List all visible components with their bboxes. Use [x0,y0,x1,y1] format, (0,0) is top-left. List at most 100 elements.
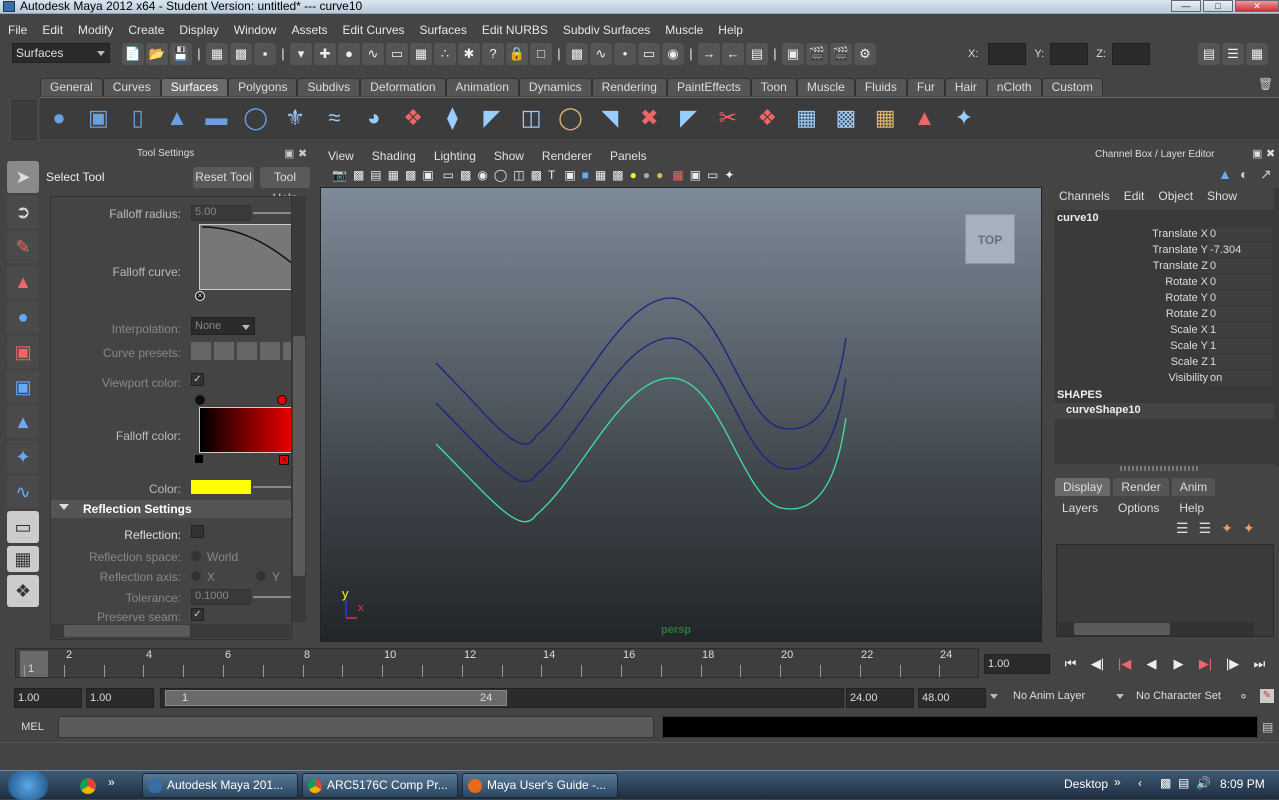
grid-toggle-icon[interactable]: ▩ [405,168,416,182]
rebuild-surfaces-icon[interactable]: ▦ [792,103,822,135]
move-tool-icon[interactable]: ▲ [7,266,39,298]
square-icon[interactable]: ◫ [516,103,546,135]
snap-grid-icon[interactable]: ▩ [566,43,588,65]
tray-clock[interactable]: 8:09 PM [1220,777,1265,791]
shelf-tab-toon[interactable]: Toon [750,77,797,96]
nurbs-cube-icon[interactable]: ▣ [83,103,113,135]
safe-title-icon[interactable]: ◫ [513,168,524,182]
bevel-plus-icon[interactable]: ◥ [595,103,625,135]
tool-settings-scrollbar[interactable] [292,196,306,622]
channel-row[interactable]: Translate X0 [1055,227,1274,243]
color-key-red-icon[interactable] [277,395,287,405]
shelf-menu-button[interactable] [12,100,36,140]
playback-end-field[interactable]: 24.00 [846,688,914,708]
tool-settings-hscrollbar[interactable] [50,624,290,638]
taskbar-item-maya[interactable]: Autodesk Maya 201... [142,773,298,798]
four-pane-layout-icon[interactable]: ▦ [7,546,39,572]
nurbs-sphere-icon[interactable]: ● [44,103,74,135]
reflection-space-radio[interactable] [191,551,201,561]
go-to-start-icon[interactable]: ⏮ [1057,656,1084,672]
xray-joints-icon[interactable]: ▭ [707,168,718,182]
ramp-key-icon[interactable] [195,455,203,463]
menu-file[interactable]: File [8,23,27,37]
revolve-icon[interactable]: ⚜ [280,103,310,135]
new-scene-icon[interactable]: 📄 [122,43,144,65]
menu-help[interactable]: Help [718,23,743,37]
wireframe-shaded-icon[interactable]: ▣ [564,168,575,182]
curve10-selected[interactable] [435,377,847,523]
isolate-select-icon[interactable]: ▦ [672,168,683,182]
cb-menu-show[interactable]: Show [1207,189,1237,203]
vp-menu-show[interactable]: Show [494,149,524,163]
snap-view-plane-icon[interactable]: ▭ [638,43,660,65]
channel-value[interactable]: -7.304 [1208,243,1272,258]
float-panel-icon[interactable]: ▣ [284,147,294,160]
channel-row[interactable]: Translate Y -7.304 [1055,243,1274,259]
channel-value[interactable]: 0 [1208,275,1272,290]
start-button[interactable] [8,771,48,800]
birail-icon[interactable]: ⧫ [437,103,467,135]
tolerance-slider[interactable] [253,596,291,598]
layer-hscrollbar[interactable] [1058,622,1254,636]
select-component-icon[interactable]: ▪ [254,43,276,65]
step-forward-frame-icon[interactable]: |▶ [1219,656,1246,672]
move-layer-down-icon[interactable]: ☰ [1199,520,1212,537]
curve-top[interactable] [435,297,847,445]
channel-value[interactable]: 0 [1208,307,1272,322]
move-layer-up-icon[interactable]: ☰ [1176,520,1189,537]
use-all-lights-icon[interactable]: ● [630,168,637,182]
bookmarks-icon[interactable]: ▤ [370,168,381,182]
falloff-curve-graph[interactable] [199,224,291,290]
render-frame-icon[interactable]: 🎬 [806,43,828,65]
cb-menu-object[interactable]: Object [1158,189,1193,203]
falloff-radius-field[interactable]: 5.00 [191,205,251,221]
shelf-tab-fluids[interactable]: Fluids [854,77,907,96]
channel-value[interactable]: 0 [1208,227,1272,242]
range-slider[interactable]: 1 24 [160,688,844,708]
extrude-icon[interactable]: ❖ [398,103,428,135]
reflection-settings-header[interactable]: Reflection Settings [51,500,291,518]
snap-curve-icon[interactable]: ∿ [590,43,612,65]
tray-network-icon[interactable]: ▤ [1178,776,1189,790]
reflection-checkbox[interactable] [191,525,204,538]
film-gate-icon[interactable]: ▣ [422,168,433,182]
character-set-dropdown[interactable]: No Character Set [1136,690,1221,702]
range-slider-handle[interactable]: 1 24 [165,690,507,706]
anim-layer-arrow-icon[interactable] [990,694,998,703]
falloff-color-ramp[interactable] [199,407,291,453]
new-empty-layer-icon[interactable]: ✦ [1221,520,1233,537]
attribute-editor-toggle-icon[interactable]: ▤ [1198,43,1220,65]
tolerance-field[interactable]: 0.1000 [191,589,251,605]
color-slider[interactable] [253,486,291,488]
show-manipulator-icon[interactable]: ✦ [7,441,39,473]
manipulator-tool-icon[interactable]: ▣ [7,371,39,403]
channel-row[interactable]: Rotate X0 [1055,275,1274,291]
curve-key-icon[interactable]: × [195,291,205,301]
snap-live-icon[interactable]: ◉ [662,43,684,65]
layer-tab-anim[interactable]: Anim [1171,478,1216,496]
cb-menu-channels[interactable]: Channels [1059,189,1110,203]
x-field[interactable] [988,43,1027,65]
persp-outliner-layout-icon[interactable]: ❖ [7,575,39,607]
shelf-tab-animation[interactable]: Animation [445,77,519,96]
step-forward-key-icon[interactable]: ▶| [1192,656,1219,672]
vp-menu-renderer[interactable]: Renderer [542,149,592,163]
cb-menu-edit[interactable]: Edit [1124,189,1145,203]
channel-value[interactable]: 1 [1208,339,1272,354]
close-button[interactable]: ✕ [1235,0,1279,12]
resolution-gate-icon[interactable]: ▭ [443,168,454,182]
tray-volume-icon[interactable]: 🔊 [1196,776,1211,790]
char-set-arrow-icon[interactable] [1116,694,1124,703]
channel-row[interactable]: Rotate Z0 [1055,307,1274,323]
tray-device-icon[interactable]: ▩ [1160,776,1171,790]
desktop-more-icon[interactable]: » [1114,775,1121,789]
image-plane-icon[interactable]: ▦ [388,168,399,182]
menu-muscle[interactable]: Muscle [665,23,703,37]
play-backwards-icon[interactable]: ◀ [1138,656,1165,672]
camera-attributes-icon[interactable]: ▩ [353,168,364,182]
menu-edit-nurbs[interactable]: Edit NURBS [482,23,548,37]
safe-action-icon[interactable]: ◯ [494,168,507,182]
play-forwards-icon[interactable]: ▶ [1165,656,1192,672]
single-pane-layout-icon[interactable]: ▭ [7,511,39,543]
open-scene-icon[interactable]: 📂 [146,43,168,65]
